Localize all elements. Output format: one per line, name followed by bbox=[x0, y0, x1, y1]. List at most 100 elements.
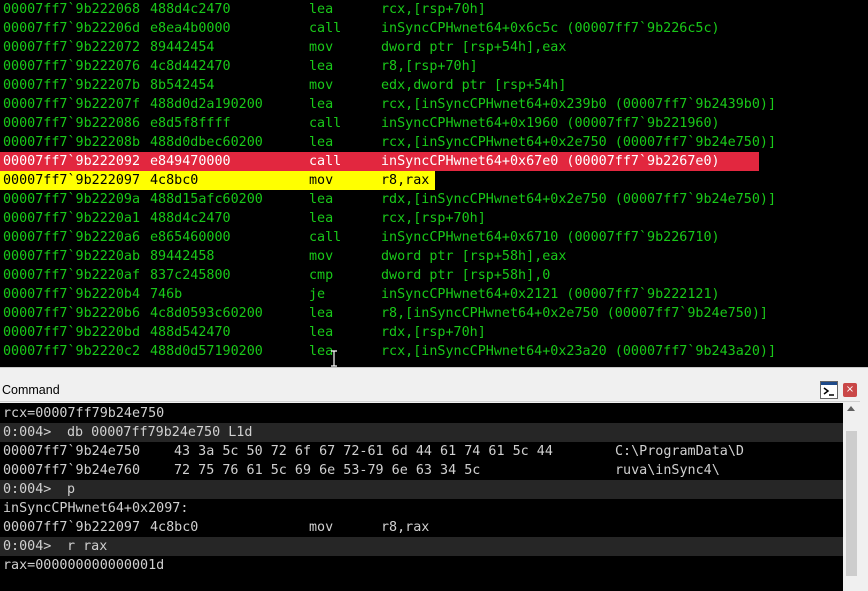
disasm-row[interactable]: 00007ff7`9b2220b4 746b je inSyncCPHwnet64+0… bbox=[0, 285, 868, 304]
disasm-bytes: 837c245800 bbox=[150, 268, 231, 283]
disasm-operands: rcx,[inSyncCPHwnet64+0x23a20 (00007ff7`9… bbox=[381, 344, 777, 359]
prompt-command: p bbox=[67, 482, 76, 497]
disasm-address: 00007ff7`9b2220af bbox=[3, 268, 141, 283]
disasm-address: 00007ff7`9b222086 bbox=[3, 116, 141, 131]
disasm-bytes: 8b542454 bbox=[150, 78, 215, 93]
disasm-operands: rdx,[inSyncCPHwnet64+0x2e750 (00007ff7`9… bbox=[381, 192, 777, 207]
disasm-row[interactable]: 00007ff7`9b222072 89442454 mov dword ptr [r… bbox=[0, 38, 868, 57]
disasm-operands: r8,rax bbox=[381, 173, 430, 188]
disasm-address: 00007ff7`9b222097 bbox=[3, 173, 141, 188]
disasm-row[interactable]: 00007ff7`9b2220af 837c245800 cmp dword ptr … bbox=[0, 266, 868, 285]
disasm-address: 00007ff7`9b2220ab bbox=[3, 249, 141, 264]
disasm-bytes: 488d4c2470 bbox=[150, 2, 231, 17]
disasm-mnemonic: lea bbox=[309, 192, 334, 207]
disasm-mnemonic: call bbox=[309, 21, 342, 36]
vertical-scrollbar[interactable] bbox=[843, 403, 860, 591]
disasm-operands: dword ptr [rsp+54h],eax bbox=[381, 40, 567, 55]
disasm-row[interactable]: 00007ff7`9b22207b 8b542454 mov edx,dword pt… bbox=[0, 76, 868, 95]
disasm-bytes: e865460000 bbox=[150, 230, 231, 245]
disassembly-pane[interactable]: 00007ff7`9b222068 488d4c2470 lea rcx,[rsp+7… bbox=[0, 0, 868, 368]
disasm-row[interactable]: 00007ff7`9b222076 4c8d442470 lea r8,[rsp+70… bbox=[0, 57, 868, 76]
command-window-header: Command bbox=[0, 380, 868, 402]
disasm-mnemonic: lea bbox=[309, 59, 334, 74]
disasm-mnemonic: mov bbox=[309, 173, 334, 188]
disasm-mnemonic: lea bbox=[309, 325, 334, 340]
disasm-mnemonic: call bbox=[309, 154, 342, 169]
close-icon[interactable]: × bbox=[843, 383, 857, 397]
disasm-row[interactable]: 00007ff7`9b2220bd 488d542470 lea rdx,[rsp+7… bbox=[0, 323, 868, 342]
scroll-up-arrow-icon[interactable] bbox=[847, 406, 855, 411]
disasm-operands: dword ptr [rsp+58h],0 bbox=[381, 268, 551, 283]
dump-address: 00007ff7`9b24e760 bbox=[3, 463, 141, 478]
disasm-bytes: 4c8bc0 bbox=[150, 173, 199, 188]
disasm-bytes: 4c8d0593c60200 bbox=[150, 306, 263, 321]
disasm-address: 00007ff7`9b2220bd bbox=[3, 325, 141, 340]
disasm-bytes: 488d542470 bbox=[150, 325, 231, 340]
disasm-mnemonic: lea bbox=[309, 97, 334, 112]
disasm-address: 00007ff7`9b222092 bbox=[3, 154, 141, 169]
prompt-label: 0:004> bbox=[3, 482, 52, 497]
disasm-mnemonic: mov bbox=[309, 249, 334, 264]
disasm-bytes: e8ea4b0000 bbox=[150, 21, 231, 36]
disasm-operands: r8,[inSyncCPHwnet64+0x2e750 (00007ff7`9b… bbox=[381, 306, 768, 321]
disasm-operands: dword ptr [rsp+58h],eax bbox=[381, 249, 567, 264]
disasm-address: 00007ff7`9b22206d bbox=[3, 21, 141, 36]
pane-splitter[interactable] bbox=[0, 368, 868, 380]
disasm-bytes: e8d5f8ffff bbox=[150, 116, 231, 131]
command-prompt-icon[interactable] bbox=[820, 381, 838, 399]
disasm-mnemonic: lea bbox=[309, 306, 334, 321]
disasm-row[interactable]: 00007ff7`9b22207f 488d0d2a190200 lea rcx,[i… bbox=[0, 95, 868, 114]
disasm-bytes: 89442458 bbox=[150, 249, 215, 264]
disasm-row[interactable]: 00007ff7`9b22209a 488d15afc60200 lea rdx,[i… bbox=[0, 190, 868, 209]
disasm-operands: rcx,[rsp+70h] bbox=[381, 211, 486, 226]
dump-ascii: C:\ProgramData\D bbox=[615, 444, 744, 459]
disasm-operands: inSyncCPHwnet64+0x1960 (00007ff7`9b22196… bbox=[381, 116, 720, 131]
disasm-operands: rcx,[inSyncCPHwnet64+0x2e750 (00007ff7`9… bbox=[381, 135, 777, 150]
text-cursor-icon bbox=[331, 350, 337, 367]
disasm-mnemonic: lea bbox=[309, 2, 334, 17]
prompt-line-highlight bbox=[0, 480, 843, 499]
prompt-label: 0:004> bbox=[3, 539, 52, 554]
dump-hex: 72 75 76 61 5c 69 6e 53-79 6e 63 34 5c bbox=[174, 463, 481, 478]
disasm-bytes: 488d0dbec60200 bbox=[150, 135, 263, 150]
disasm-operands: inSyncCPHwnet64+0x2121 (00007ff7`9b22212… bbox=[381, 287, 720, 302]
disasm-bytes: e849470000 bbox=[150, 154, 231, 169]
disasm-address: 00007ff7`9b222072 bbox=[3, 40, 141, 55]
disasm-operands: inSyncCPHwnet64+0x67e0 (00007ff7`9b2267e… bbox=[381, 154, 720, 169]
disasm-row[interactable]: 00007ff7`9b2220c2 488d0d57190200 lea rcx,[i… bbox=[0, 342, 868, 361]
disasm-row[interactable]: 00007ff7`9b222086 e8d5f8ffff call inSyncCPH… bbox=[0, 114, 868, 133]
disasm-bytes: 488d15afc60200 bbox=[150, 192, 263, 207]
disasm-row[interactable]: 00007ff7`9b2220a1 488d4c2470 lea rcx,[rsp+7… bbox=[0, 209, 868, 228]
output-text: rax=000000000000001d bbox=[3, 558, 165, 573]
disasm-row[interactable]: 00007ff7`9b2220ab 89442458 mov dword ptr [r… bbox=[0, 247, 868, 266]
disasm-row[interactable]: 00007ff7`9b222068 488d4c2470 lea rcx,[rsp+7… bbox=[0, 0, 868, 19]
disasm-mnemonic: call bbox=[309, 116, 342, 131]
disasm-row[interactable]: 00007ff7`9b222092 e849470000 call inSyncCPH… bbox=[0, 152, 868, 171]
disasm-address: 00007ff7`9b2220b4 bbox=[3, 287, 141, 302]
command-output[interactable]: rcx=00007ff79b24e750 0:004> db 00007ff79b2… bbox=[0, 403, 843, 591]
disasm-row[interactable]: 00007ff7`9b22206d e8ea4b0000 call inSyncCPH… bbox=[0, 19, 868, 38]
disasm-row[interactable]: 00007ff7`9b2220b6 4c8d0593c60200 lea r8,[in… bbox=[0, 304, 868, 323]
disasm-operands: inSyncCPHwnet64+0x6c5c (00007ff7`9b226c5… bbox=[381, 21, 720, 36]
prompt-label: 0:004> bbox=[3, 425, 52, 440]
disasm-mnemonic: mov bbox=[309, 40, 334, 55]
dump-ascii: ruva\inSync4\ bbox=[615, 463, 720, 478]
disasm-row[interactable]: 00007ff7`9b22208b 488d0dbec60200 lea rcx,[i… bbox=[0, 133, 868, 152]
disasm-operands: r8,[rsp+70h] bbox=[381, 59, 478, 74]
disasm-operands: rcx,[inSyncCPHwnet64+0x239b0 (00007ff7`9… bbox=[381, 97, 777, 112]
disasm-row[interactable]: 00007ff7`9b2220a6 e865460000 call inSyncCPH… bbox=[0, 228, 868, 247]
disasm-bytes: 746b bbox=[150, 287, 183, 302]
scrollbar-thumb[interactable] bbox=[846, 431, 857, 576]
disasm-address: 00007ff7`9b22207b bbox=[3, 78, 141, 93]
disasm-address: 00007ff7`9b2220a1 bbox=[3, 211, 141, 226]
disasm-bytes: 4c8d442470 bbox=[150, 59, 231, 74]
disasm-bytes: 488d0d57190200 bbox=[150, 344, 263, 359]
disasm-address: 00007ff7`9b222076 bbox=[3, 59, 141, 74]
output-disasm-bytes: 4c8bc0 bbox=[150, 520, 199, 535]
disasm-address: 00007ff7`9b22207f bbox=[3, 97, 141, 112]
output-disasm-operands: r8,rax bbox=[381, 520, 430, 535]
disasm-bytes: 89442454 bbox=[150, 40, 215, 55]
disasm-row[interactable]: 00007ff7`9b222097 4c8bc0 mov r8,rax bbox=[0, 171, 868, 190]
output-disasm-mnemonic: mov bbox=[309, 520, 334, 535]
prompt-command: r rax bbox=[67, 539, 108, 554]
